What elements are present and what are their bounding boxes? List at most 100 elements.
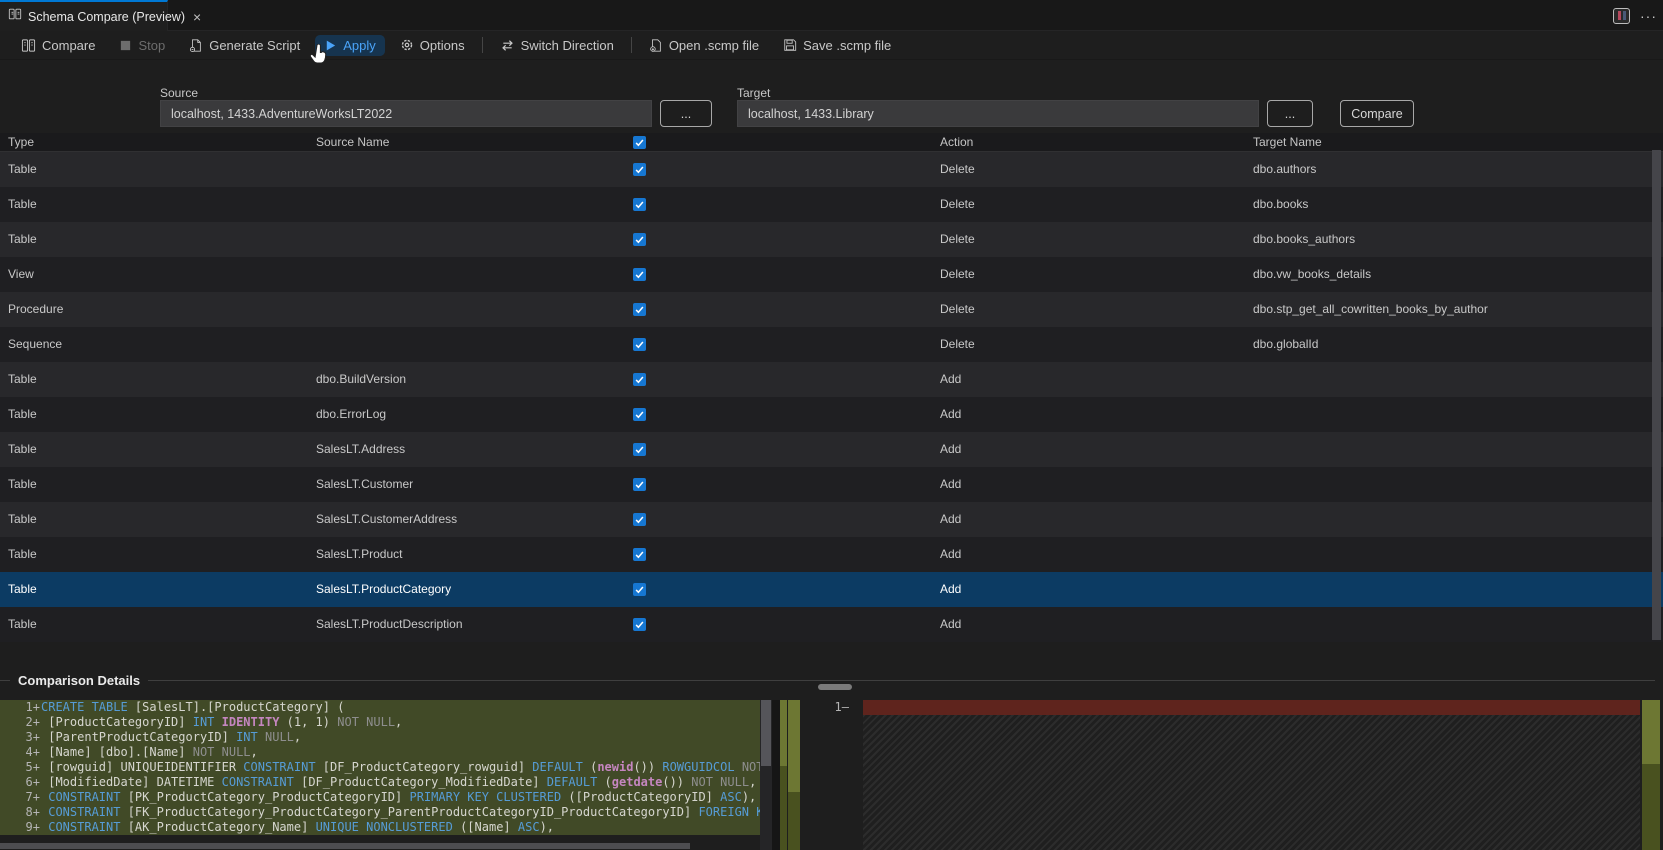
- row-type: Table: [8, 617, 37, 631]
- compare-button[interactable]: Compare: [12, 35, 104, 56]
- row-action: Add: [940, 617, 962, 631]
- table-row[interactable]: Table SalesLT.ProductCategory Add: [0, 572, 1663, 607]
- table-row[interactable]: Table dbo.BuildVersion Add: [0, 362, 1663, 397]
- row-type: Table: [8, 197, 37, 211]
- table-row[interactable]: Table Delete dbo.books: [0, 187, 1663, 222]
- col-target-name[interactable]: Target Name: [1253, 135, 1322, 149]
- row-checkbox[interactable]: [633, 618, 646, 631]
- line-number: 7+: [25, 790, 40, 804]
- stop-button[interactable]: Stop: [110, 35, 174, 56]
- row-action: Add: [940, 582, 962, 596]
- compare-label: Compare: [42, 37, 96, 53]
- col-type[interactable]: Type: [8, 135, 34, 149]
- table-row[interactable]: Table Delete dbo.authors: [0, 152, 1663, 187]
- compare-run-button[interactable]: Compare: [1340, 100, 1414, 127]
- table-row[interactable]: Table SalesLT.CustomerAddress Add: [0, 502, 1663, 537]
- main-vertical-scrollbar[interactable]: [1652, 150, 1661, 640]
- diff-scroll-handle[interactable]: [818, 684, 852, 690]
- table-row[interactable]: Table Delete dbo.books_authors: [0, 222, 1663, 257]
- compare-icon: [21, 38, 36, 53]
- target-browse-button[interactable]: ...: [1267, 100, 1313, 127]
- split-editor-icon[interactable]: [1613, 7, 1630, 24]
- diff-left-h-scrollbar[interactable]: [0, 843, 690, 849]
- row-checkbox[interactable]: [633, 443, 646, 456]
- table-row[interactable]: Procedure Delete dbo.stp_get_all_cowritten…: [0, 292, 1663, 327]
- table-row[interactable]: Sequence Delete dbo.globalId: [0, 327, 1663, 362]
- row-checkbox[interactable]: [633, 163, 646, 176]
- diff-right-gutter: 1–: [800, 700, 863, 850]
- row-action: Add: [940, 477, 962, 491]
- row-target-name: dbo.stp_get_all_cowritten_books_by_autho…: [1253, 302, 1488, 316]
- row-source-name: SalesLT.ProductCategory: [316, 582, 452, 596]
- diff-left-pane[interactable]: 1+ CREATE TABLE [SalesLT].[ProductCategor…: [0, 700, 760, 850]
- added-code-line: 9+ CONSTRAINT [AK_ProductCategory_Name] …: [0, 820, 760, 835]
- header-checkbox[interactable]: [633, 136, 646, 149]
- open-scmp-button[interactable]: Open .scmp file: [640, 35, 768, 56]
- line-number: 2+: [25, 715, 40, 729]
- row-checkbox[interactable]: [633, 268, 646, 281]
- toolbar-separator: [481, 37, 483, 53]
- close-icon[interactable]: ×: [193, 9, 201, 25]
- row-checkbox[interactable]: [633, 583, 646, 596]
- row-checkbox[interactable]: [633, 338, 646, 351]
- tab-bar: Schema Compare (Preview) × ···: [0, 0, 1663, 31]
- source-input[interactable]: [160, 100, 652, 127]
- row-type: Sequence: [8, 337, 63, 351]
- generate-script-button[interactable]: Generate Script: [180, 35, 309, 56]
- row-type: Table: [8, 372, 37, 386]
- row-checkbox[interactable]: [633, 478, 646, 491]
- row-checkbox[interactable]: [633, 303, 646, 316]
- schema-compare-icon: [8, 7, 22, 26]
- table-row[interactable]: Table SalesLT.ProductDescription Add: [0, 607, 1663, 642]
- row-action: Add: [940, 512, 962, 526]
- col-source-name[interactable]: Source Name: [316, 135, 389, 149]
- row-type: Table: [8, 232, 37, 246]
- diff-overview-ruler-left: [780, 700, 787, 850]
- line-number: 6+: [25, 775, 40, 789]
- grid-header: Type Source Name Action Target Name: [0, 133, 1663, 152]
- source-browse-button[interactable]: ...: [660, 100, 712, 127]
- row-type: Table: [8, 442, 37, 456]
- diff-left-scrollbar[interactable]: [760, 700, 772, 850]
- row-action: Add: [940, 407, 962, 421]
- row-checkbox[interactable]: [633, 198, 646, 211]
- line-number: 8+: [25, 805, 40, 819]
- line-number: 3+: [25, 730, 40, 744]
- row-checkbox[interactable]: [633, 373, 646, 386]
- row-action: Delete: [940, 162, 975, 176]
- table-row[interactable]: View Delete dbo.vw_books_details: [0, 257, 1663, 292]
- diff-sash[interactable]: [772, 700, 780, 850]
- col-action[interactable]: Action: [940, 135, 973, 149]
- comparison-grid: Table Delete dbo.authors Table Delete dbo.boo…: [0, 152, 1663, 642]
- row-checkbox[interactable]: [633, 233, 646, 246]
- table-row[interactable]: Table dbo.ErrorLog Add: [0, 397, 1663, 432]
- row-source-name: SalesLT.ProductDescription: [316, 617, 463, 631]
- save-scmp-button[interactable]: Save .scmp file: [774, 35, 900, 56]
- row-checkbox[interactable]: [633, 408, 646, 421]
- diff-editor: 1+ CREATE TABLE [SalesLT].[ProductCategor…: [0, 700, 1663, 850]
- line-number: 1+: [25, 700, 40, 714]
- row-action: Delete: [940, 337, 975, 351]
- added-code-line: 3+ [ParentProductCategoryID] INT NULL,: [0, 730, 760, 745]
- row-action: Delete: [940, 302, 975, 316]
- table-row[interactable]: Table SalesLT.Address Add: [0, 432, 1663, 467]
- options-button[interactable]: Options: [391, 35, 474, 56]
- row-type: View: [8, 267, 34, 281]
- added-code-line: 8+ CONSTRAINT [FK_ProductCategory_Produc…: [0, 805, 760, 820]
- row-type: Table: [8, 407, 37, 421]
- switch-direction-button[interactable]: Switch Direction: [491, 35, 623, 56]
- stop-label: Stop: [138, 37, 166, 53]
- row-checkbox[interactable]: [633, 513, 646, 526]
- row-action: Add: [940, 372, 962, 386]
- more-actions-icon[interactable]: ···: [1640, 8, 1657, 24]
- row-action: Delete: [940, 232, 975, 246]
- target-input[interactable]: [737, 100, 1259, 127]
- apply-button[interactable]: Apply: [315, 34, 385, 56]
- stop-icon: [119, 39, 132, 52]
- table-row[interactable]: Table SalesLT.Product Add: [0, 537, 1663, 572]
- switch-direction-label: Switch Direction: [520, 37, 614, 53]
- tab-schema-compare[interactable]: Schema Compare (Preview) ×: [0, 0, 201, 31]
- row-checkbox[interactable]: [633, 548, 646, 561]
- table-row[interactable]: Table SalesLT.Customer Add: [0, 467, 1663, 502]
- added-code-line: 5+ [rowguid] UNIQUEIDENTIFIER CONSTRAINT…: [0, 760, 760, 775]
